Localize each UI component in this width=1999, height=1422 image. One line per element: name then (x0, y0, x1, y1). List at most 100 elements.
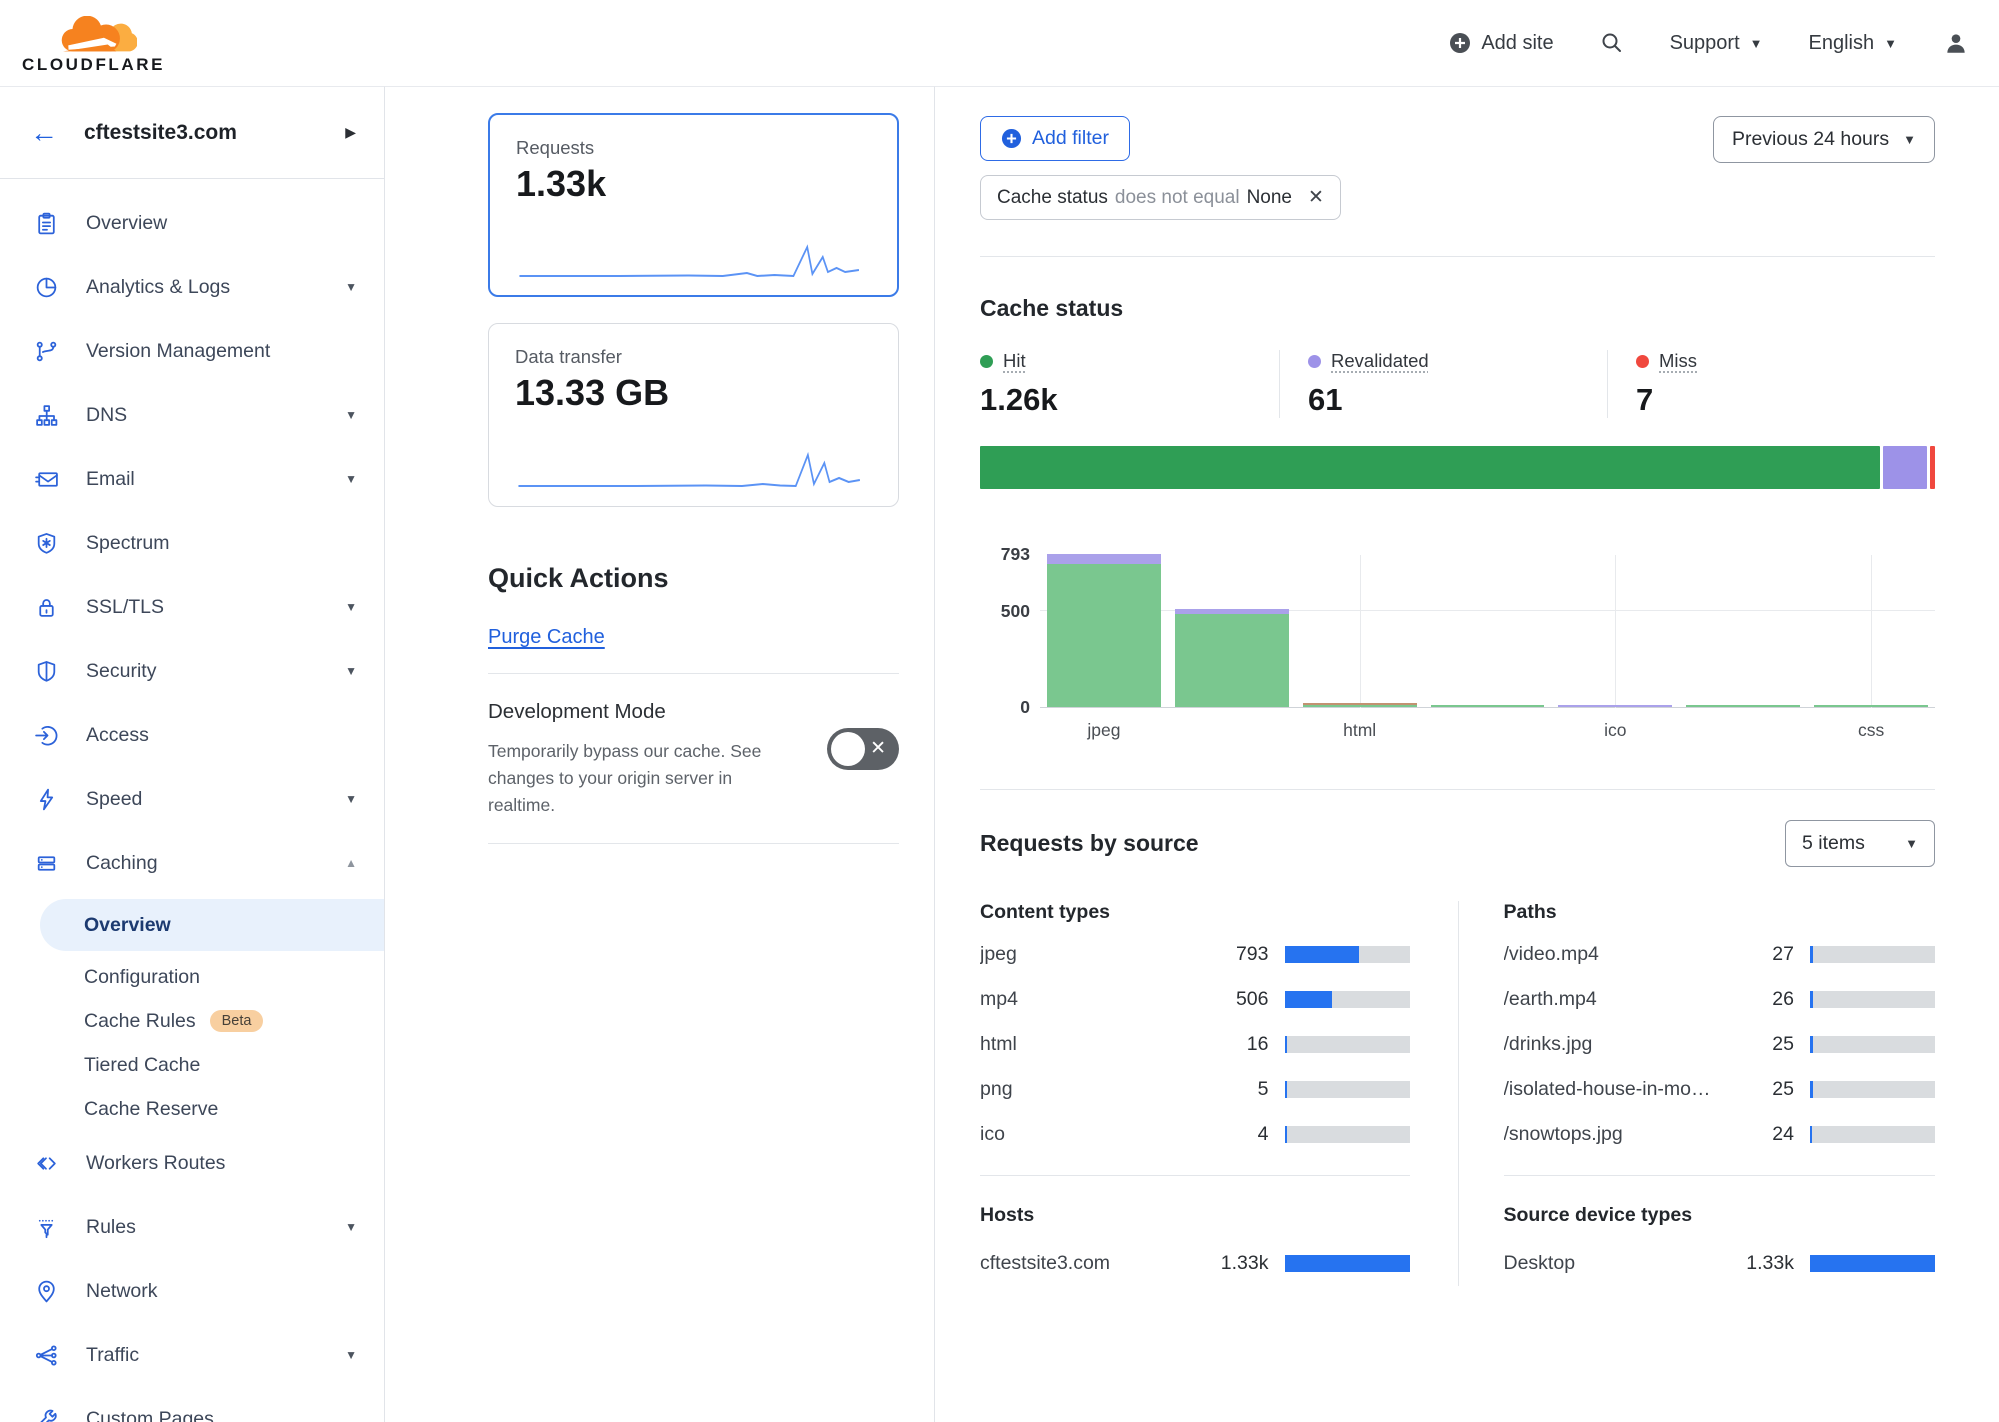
hosts-rows: cftestsite3.com1.33k (980, 1241, 1410, 1286)
site-switcher[interactable]: ← cftestsite3.com ▶ (0, 87, 384, 179)
subnav-item-overview[interactable]: Overview (40, 899, 384, 951)
sidebar-item-network[interactable]: Network (0, 1259, 384, 1323)
add-filter-button[interactable]: Add filter (980, 116, 1130, 161)
add-site-button[interactable]: Add site (1449, 32, 1553, 55)
sidebar-item-spectrum[interactable]: Spectrum (0, 511, 384, 575)
x-tick-label (1679, 720, 1807, 741)
hosts-title: Hosts (980, 1204, 1410, 1227)
chart-plot-area (1040, 555, 1935, 708)
purge-cache-link[interactable]: Purge Cache (488, 626, 605, 649)
row-value: 1.33k (1205, 1252, 1269, 1275)
bar-column (1168, 555, 1296, 707)
row-bar (1810, 1036, 1935, 1053)
chevron-down-icon: ▼ (1905, 836, 1918, 851)
language-menu[interactable]: English ▼ (1809, 32, 1897, 55)
chevron-down-icon: ▼ (345, 1220, 357, 1234)
sidebar-item-version-management[interactable]: Version Management (0, 319, 384, 383)
sidebar-item-email[interactable]: Email ▼ (0, 447, 384, 511)
quick-actions-title: Quick Actions (488, 563, 899, 594)
data-transfer-metric-card[interactable]: Data transfer 13.33 GB (488, 323, 899, 507)
table-row: png5 (980, 1067, 1410, 1112)
shield-icon (33, 658, 59, 684)
sidebar-item-dns[interactable]: DNS ▼ (0, 383, 384, 447)
bar-column (1807, 555, 1935, 707)
row-bar (1285, 1126, 1410, 1143)
sidebar-item-overview[interactable]: Overview (0, 191, 384, 255)
lock-icon (33, 594, 59, 620)
chevron-down-icon: ▼ (345, 792, 357, 806)
top-header: CLOUDFLARE Add site Support ▼ English ▼ (0, 0, 1999, 86)
revalidated-dot (1308, 355, 1321, 368)
row-value: 27 (1730, 943, 1794, 966)
divider (488, 843, 899, 844)
sidebar-item-security[interactable]: Security ▼ (0, 639, 384, 703)
x-tick-label (1424, 720, 1552, 741)
row-label: /earth.mp4 (1504, 988, 1715, 1011)
cloudflare-cloud-icon (51, 16, 137, 54)
subnav-item-configuration[interactable]: Configuration (0, 955, 384, 999)
close-icon[interactable]: ✕ (1308, 186, 1324, 209)
data-transfer-label: Data transfer (515, 346, 872, 368)
chevron-down-icon: ▼ (1750, 36, 1763, 51)
data-transfer-sparkline (515, 448, 872, 492)
caching-subnav: Overview Configuration Cache Rules Beta … (0, 899, 384, 1131)
time-range-dropdown[interactable]: Previous 24 hours ▼ (1713, 116, 1935, 163)
sidebar-item-traffic[interactable]: Traffic ▼ (0, 1323, 384, 1387)
arrow-circle-icon (33, 722, 59, 748)
revalidated-stat: Revalidated 61 (1279, 350, 1607, 418)
row-label: ico (980, 1123, 1189, 1146)
row-label: /video.mp4 (1504, 943, 1715, 966)
cache-status-filter-chip[interactable]: Cache status does not equal None ✕ (980, 175, 1341, 220)
sidebar-item-workers-routes[interactable]: Workers Routes (0, 1131, 384, 1195)
sidebar-item-custom-pages[interactable]: Custom Pages (0, 1387, 384, 1422)
back-arrow-icon[interactable]: ← (30, 119, 58, 147)
requests-sparkline (516, 239, 871, 283)
bar[interactable] (1686, 705, 1800, 707)
row-value: 5 (1205, 1078, 1269, 1101)
subnav-item-tiered-cache[interactable]: Tiered Cache (0, 1043, 384, 1087)
subnav-item-cache-reserve[interactable]: Cache Reserve (0, 1087, 384, 1131)
source-device-types-section: Source device types Desktop1.33k (1504, 1175, 1936, 1286)
row-label: mp4 (980, 988, 1189, 1011)
bar[interactable] (1814, 705, 1928, 707)
header-actions: Add site Support ▼ English ▼ (1449, 30, 1969, 56)
stacked-segment-miss (1930, 446, 1935, 489)
account-button[interactable] (1943, 30, 1969, 56)
support-menu[interactable]: Support ▼ (1670, 32, 1763, 55)
bar[interactable] (1431, 705, 1545, 707)
search-button[interactable] (1600, 31, 1624, 55)
envelope-icon (33, 466, 59, 492)
row-value: 25 (1730, 1033, 1794, 1056)
chevron-right-icon[interactable]: ▶ (345, 124, 356, 141)
table-row: ico4 (980, 1112, 1410, 1157)
subnav-item-cache-rules[interactable]: Cache Rules Beta (0, 999, 384, 1043)
sidebar-item-speed[interactable]: Speed ▼ (0, 767, 384, 831)
requests-metric-card[interactable]: Requests 1.33k (488, 113, 899, 297)
table-row: /isolated-house-in-mo…25 (1504, 1067, 1936, 1112)
bar[interactable] (1175, 609, 1289, 707)
bar[interactable] (1047, 554, 1161, 707)
sidebar-item-analytics-logs[interactable]: Analytics & Logs ▼ (0, 255, 384, 319)
sidebar-item-ssl-tls[interactable]: SSL/TLS ▼ (0, 575, 384, 639)
table-row: html16 (980, 1022, 1410, 1067)
sidebar-item-rules[interactable]: Rules ▼ (0, 1195, 384, 1259)
row-value: 26 (1730, 988, 1794, 1011)
x-axis-labels: jpeghtmlicocss (1040, 720, 1935, 741)
stacked-segment-hit (980, 446, 1880, 489)
data-transfer-value: 13.33 GB (515, 372, 872, 414)
sidebar-item-access[interactable]: Access (0, 703, 384, 767)
cloudflare-logo[interactable]: CLOUDFLARE (22, 16, 165, 75)
chevron-down-icon: ▼ (345, 600, 357, 614)
development-mode-toggle[interactable]: ✕ (827, 728, 899, 770)
bar-column (1040, 555, 1168, 707)
bar[interactable] (1558, 705, 1672, 707)
chevron-down-icon: ▼ (345, 408, 357, 422)
row-value: 24 (1730, 1123, 1794, 1146)
divider (488, 673, 899, 674)
analytics-panel: Add filter Previous 24 hours ▼ Cache sta… (935, 86, 1999, 1422)
items-count-dropdown[interactable]: 5 items ▼ (1785, 820, 1935, 867)
sidebar-item-caching[interactable]: Caching ▲ (0, 831, 384, 895)
row-label: /drinks.jpg (1504, 1033, 1715, 1056)
bar[interactable] (1303, 703, 1417, 707)
x-tick-label: css (1807, 720, 1935, 741)
